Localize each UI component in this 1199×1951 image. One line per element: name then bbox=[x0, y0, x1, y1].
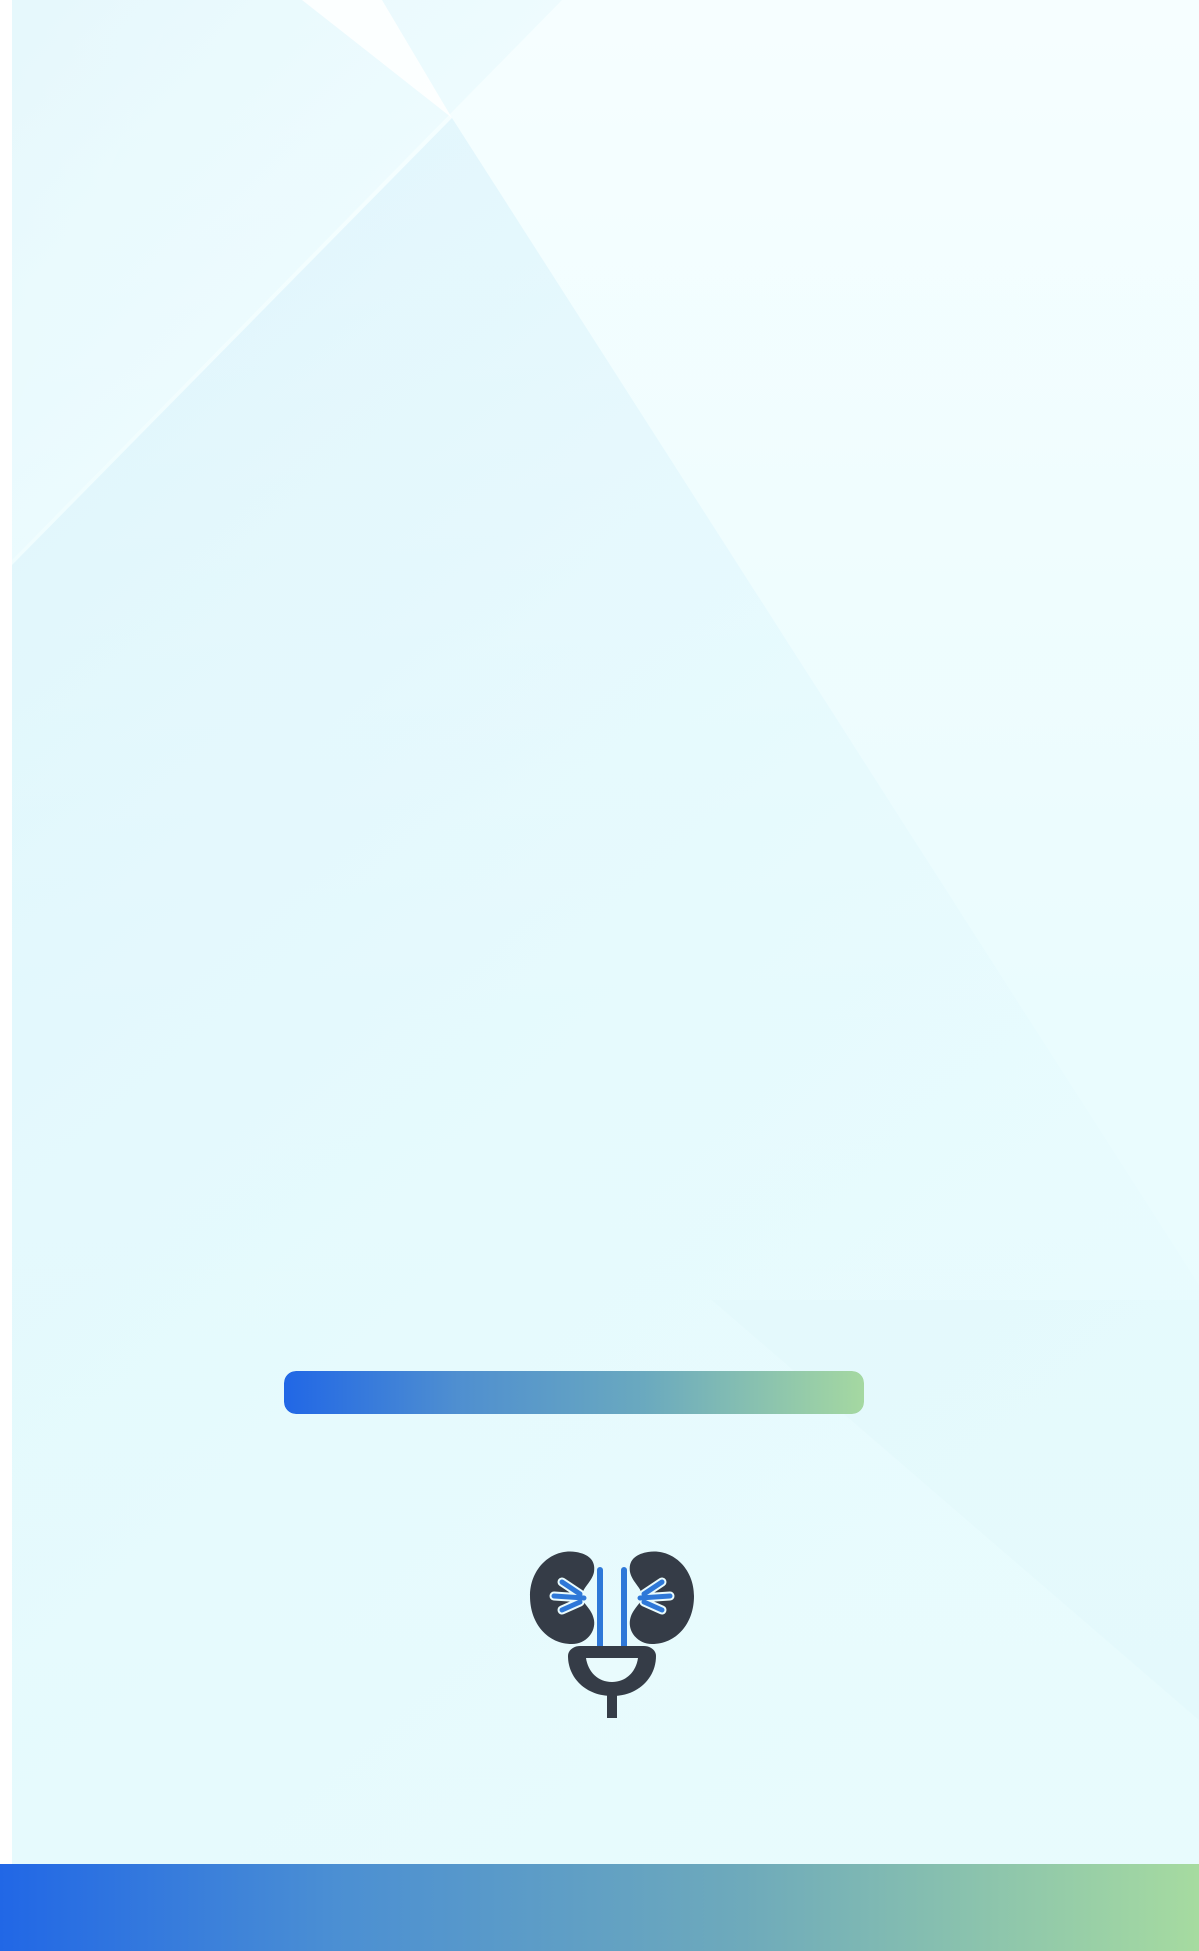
splash-background bbox=[12, 0, 1199, 1864]
loading-progress-fill bbox=[284, 1371, 864, 1414]
bottom-gradient-bar bbox=[0, 1864, 1199, 1951]
loading-progress-bar bbox=[284, 1371, 864, 1414]
kidney-bladder-icon bbox=[530, 1551, 694, 1718]
splash-screen bbox=[0, 0, 1199, 1951]
